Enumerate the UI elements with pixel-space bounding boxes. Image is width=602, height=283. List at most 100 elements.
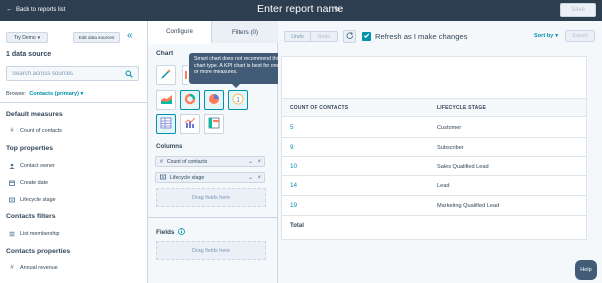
- pencil-icon[interactable]: ✎: [334, 5, 341, 14]
- search-input[interactable]: [7, 67, 122, 80]
- search-icon[interactable]: [125, 70, 133, 80]
- caret-down-icon: ▾: [555, 33, 559, 39]
- undo-button[interactable]: Undo: [284, 31, 311, 42]
- refresh-label[interactable]: Refresh as I make changes: [375, 32, 467, 41]
- report-name-field[interactable]: Enter report name: [257, 3, 343, 15]
- chart-type-pivot[interactable]: [204, 114, 224, 134]
- cell-stage: Sales Qualified Lead: [437, 164, 489, 170]
- panel-divider: [148, 217, 278, 218]
- help-button[interactable]: Help: [575, 260, 597, 280]
- kpi-chart-icon: 1: [232, 93, 244, 107]
- config-tabs: Configure Filters (0): [148, 21, 278, 44]
- tab-configure[interactable]: Configure: [148, 21, 212, 44]
- column-label: Count of contacts: [166, 158, 208, 165]
- chart-type-kpi[interactable]: 1: [228, 90, 248, 110]
- back-to-reports-link[interactable]: ← Back to reports list: [6, 6, 65, 13]
- collapse-sidebar-icon[interactable]: «: [127, 31, 133, 41]
- row-divider: [282, 195, 586, 196]
- back-arrow-icon: ←: [6, 6, 13, 13]
- smart-chart-icon: [160, 68, 172, 82]
- chart-type-bar[interactable]: [182, 65, 188, 85]
- column-pill-lifecycle-stage[interactable]: Lifecycle stage ⌄ ×: [155, 172, 265, 183]
- columns-heading: Columns: [156, 143, 183, 150]
- property-lifecycle-stage[interactable]: Lifecycle stage: [9, 197, 56, 203]
- property-annual-revenue[interactable]: # Annual revenue: [9, 265, 58, 271]
- refresh-icon: [346, 31, 354, 42]
- pivot-table-icon: [208, 117, 220, 131]
- property-count-of-contacts[interactable]: # Count of contacts: [9, 128, 62, 134]
- row-divider: [282, 215, 586, 216]
- chevron-down-icon[interactable]: ⌄: [248, 158, 253, 165]
- chevron-down-icon[interactable]: ⌄: [248, 174, 253, 181]
- property-create-date[interactable]: Create date: [9, 180, 48, 186]
- browse-value: Contacts (primary): [29, 91, 79, 97]
- fields-heading: Fields: [156, 228, 186, 237]
- chart-type-table[interactable]: [156, 114, 176, 134]
- owner-icon: [9, 163, 15, 169]
- hash-icon: #: [10, 265, 14, 271]
- row-divider: [282, 137, 586, 138]
- column-pill-count-of-contacts[interactable]: # Count of contacts ⌄ ×: [155, 156, 265, 167]
- save-button[interactable]: Save: [560, 3, 596, 17]
- export-button[interactable]: Export: [565, 30, 595, 42]
- row-divider: [282, 156, 586, 157]
- chart-type-smart[interactable]: [156, 65, 176, 85]
- top-bar: ← Back to reports list Enter report name…: [0, 0, 602, 21]
- data-source-sidebar: Try Demo ▾ Edit data sources « 1 data so…: [0, 21, 148, 283]
- dropdown-property-icon: [9, 197, 15, 203]
- bar-chart-icon: [184, 68, 188, 82]
- chart-type-pie[interactable]: [204, 90, 224, 110]
- section-top-properties: Top properties: [6, 145, 54, 152]
- redo-button[interactable]: Redo: [311, 31, 338, 42]
- row-divider: [282, 175, 586, 176]
- tab-filters[interactable]: Filters (0): [212, 21, 278, 43]
- browse-label: Browse:: [6, 91, 27, 97]
- section-default-measures: Default measures: [6, 111, 63, 118]
- checkmark-icon: [363, 32, 370, 41]
- property-label: Contact owner: [20, 163, 55, 169]
- column-header-count[interactable]: COUNT OF CONTACTS: [290, 105, 348, 111]
- property-contact-owner[interactable]: Contact owner: [9, 163, 55, 169]
- cell-count[interactable]: 19: [290, 202, 297, 209]
- refresh-checkbox[interactable]: [362, 32, 371, 41]
- browse-dropdown[interactable]: Contacts (primary) ▾: [29, 91, 83, 97]
- hash-icon: #: [10, 128, 14, 134]
- refresh-button[interactable]: [343, 30, 356, 43]
- sort-by-label: Sort by: [534, 33, 554, 39]
- chart-type-area[interactable]: [156, 90, 176, 110]
- columns-dropzone[interactable]: Drag fields here: [156, 188, 266, 207]
- cell-stage: Lead: [437, 183, 450, 189]
- caret-down-icon: ▾: [37, 34, 41, 41]
- cell-count[interactable]: 5: [290, 124, 294, 131]
- cell-count[interactable]: 10: [290, 163, 297, 170]
- report-table: [281, 56, 587, 240]
- search-sources: [6, 66, 139, 81]
- sidebar-divider: [0, 102, 147, 103]
- tooltip-arrow: [232, 84, 240, 88]
- dropdown-property-icon: [160, 174, 166, 182]
- try-demo-button[interactable]: Try Demo ▾: [6, 32, 48, 43]
- chart-type-combo[interactable]: [180, 114, 200, 134]
- fields-dropzone[interactable]: Drag fields here: [156, 241, 266, 260]
- data-source-count: 1 data source: [6, 51, 52, 58]
- chart-heading: Chart: [156, 50, 174, 57]
- remove-icon[interactable]: ×: [257, 175, 261, 181]
- remove-icon[interactable]: ×: [257, 159, 261, 165]
- property-list-membership[interactable]: List membership: [9, 231, 60, 237]
- total-label: Total: [290, 223, 304, 229]
- svg-text:1: 1: [236, 96, 240, 103]
- calendar-icon: [9, 180, 15, 186]
- property-label: Annual revenue: [20, 265, 58, 271]
- property-label: List membership: [20, 231, 60, 237]
- sort-by-dropdown[interactable]: Sort by ▾: [534, 33, 558, 39]
- cell-stage: Subscriber: [437, 145, 464, 151]
- column-header-lifecycle[interactable]: LIFECYCLE STAGE: [437, 105, 486, 111]
- info-icon[interactable]: [178, 228, 186, 237]
- chart-type-donut[interactable]: [180, 90, 200, 110]
- hash-icon: #: [160, 158, 163, 165]
- cell-count[interactable]: 9: [290, 144, 294, 151]
- table-chart-icon: [160, 117, 172, 131]
- edit-data-sources-button[interactable]: Edit data sources: [73, 32, 120, 43]
- cell-count[interactable]: 14: [290, 182, 297, 189]
- chart-recommendation-tooltip: Smart chart does not recommend this char…: [189, 53, 287, 84]
